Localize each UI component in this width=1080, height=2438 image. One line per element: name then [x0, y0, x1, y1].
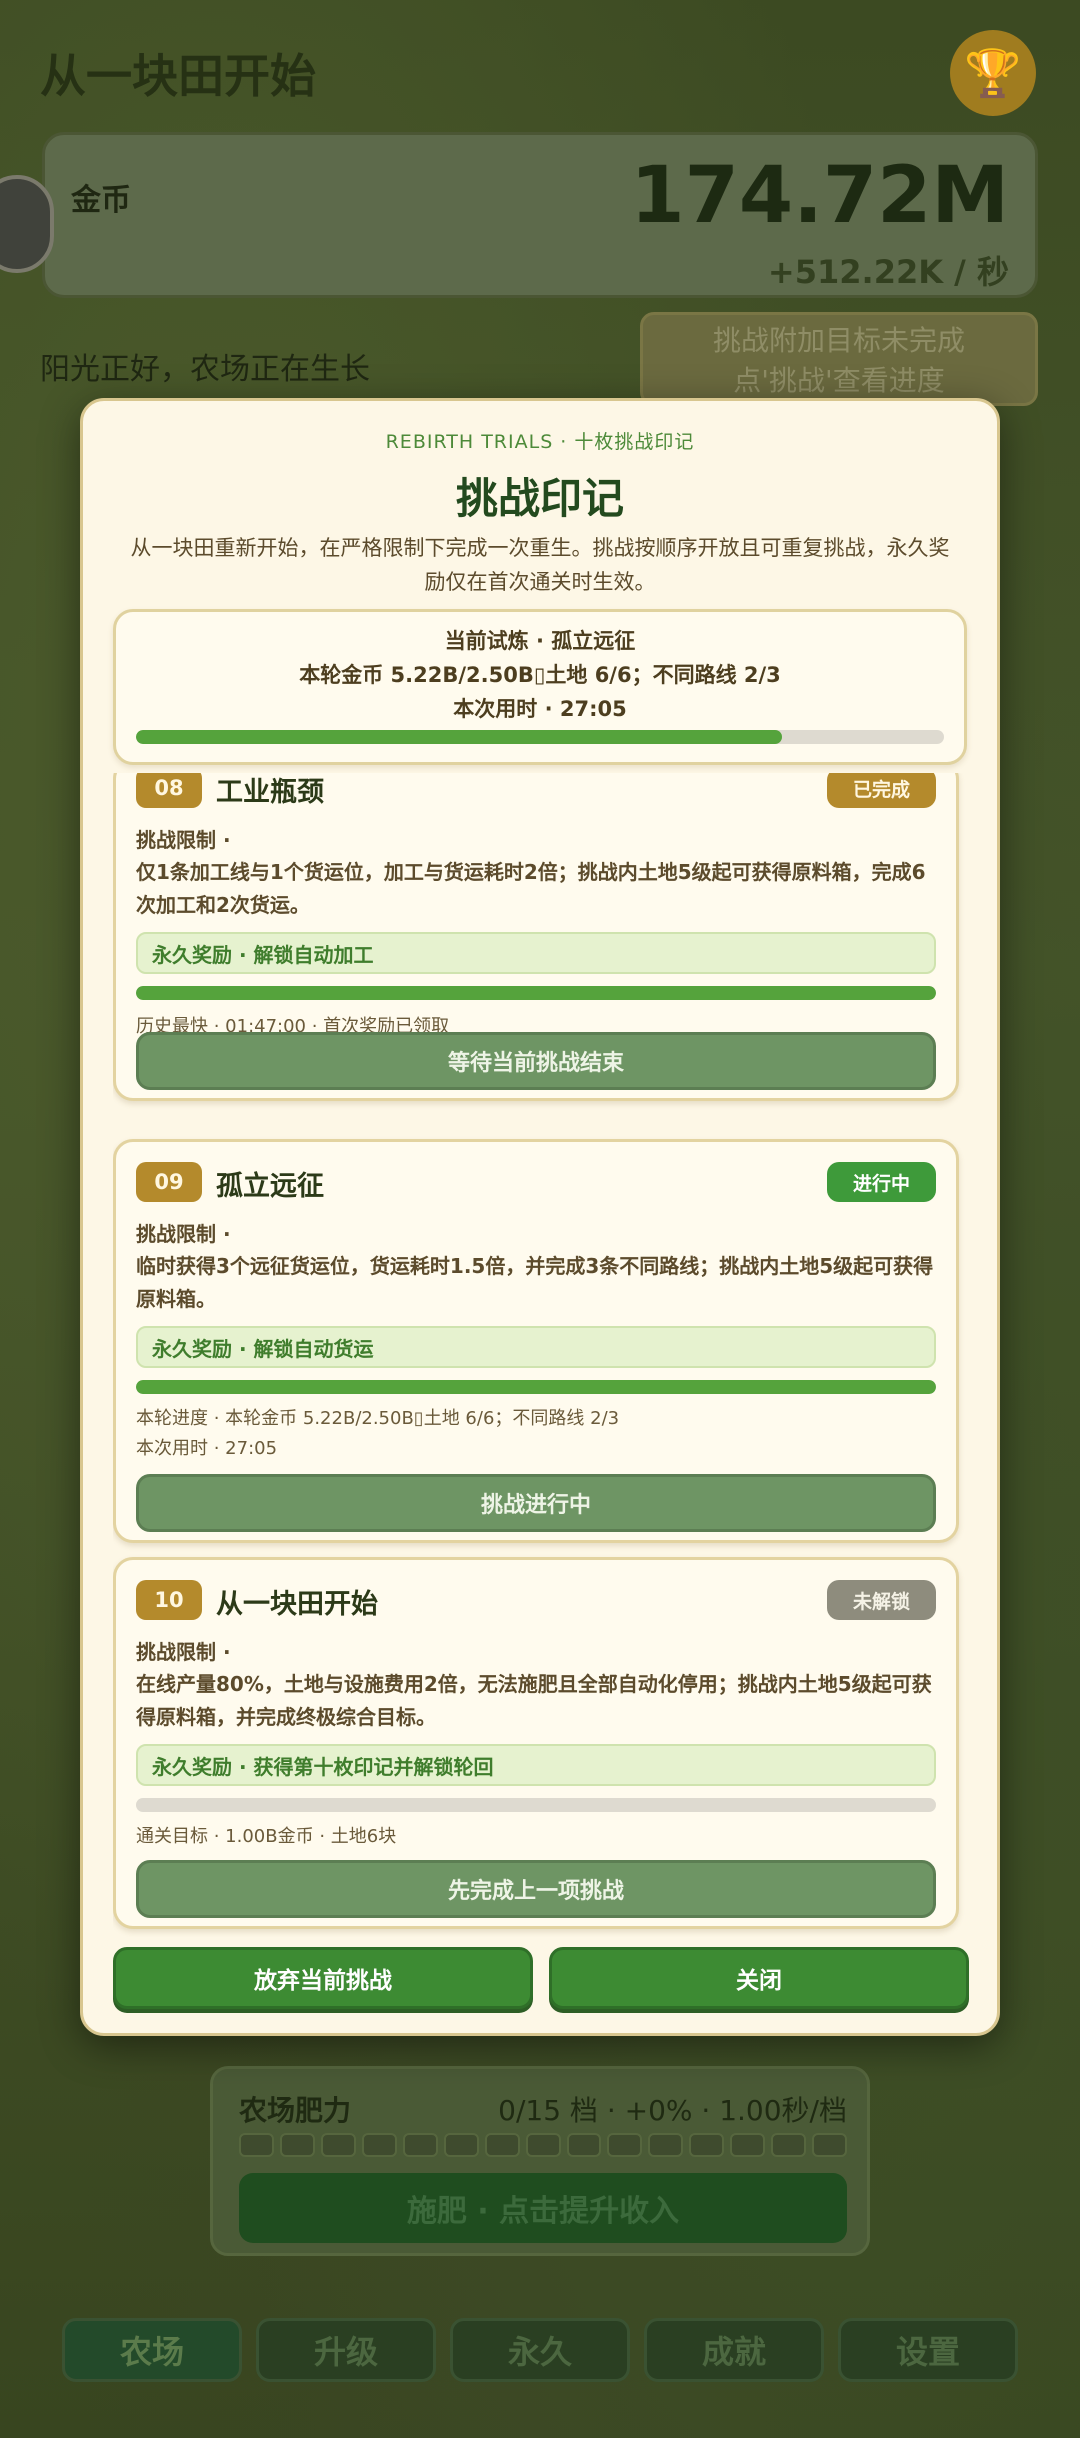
fertility-slot — [484, 2133, 520, 2157]
challenge-hint-button[interactable]: 挑战附加目标未完成 点'挑战'查看进度 — [640, 312, 1038, 406]
challenge-card-08: 08 工业瓶颈 已完成 挑战限制 · 仅1条加工线与1个货运位，加工与货运耗时2… — [113, 773, 959, 1101]
challenge-progress-bar — [136, 1798, 936, 1812]
limit-label: 挑战限制 · — [136, 1640, 231, 1664]
farm-status-text: 阳光正好，农场正在生长 — [40, 352, 370, 387]
reward-label: 永久奖励 · 解锁自动加工 — [136, 932, 936, 974]
reward-label: 永久奖励 · 获得第十枚印记并解锁轮回 — [136, 1744, 936, 1786]
modal-description: 从一块田重新开始，在严格限制下完成一次重生。挑战按顺序开放且可重复挑战，永久奖励… — [130, 536, 950, 594]
fertility-stats: 0/15 档 · +0% · 1.00秒/档 — [498, 2094, 847, 2127]
fertility-slot — [689, 2133, 725, 2157]
fertility-slot — [607, 2133, 643, 2157]
status-badge: 已完成 — [826, 773, 936, 808]
fertility-slot — [648, 2133, 684, 2157]
fertility-slots — [239, 2133, 848, 2157]
coins-rate: +512.22K / 秒 — [767, 253, 1009, 291]
coin-card: 金币 174.72M +512.22K / 秒 — [42, 132, 1038, 298]
limit-label: 挑战限制 · — [136, 1222, 231, 1246]
nav-tab-3[interactable]: 成就 — [644, 2318, 824, 2382]
trophy-icon[interactable]: 🏆 — [950, 30, 1036, 116]
limit-text: 在线产量80%，土地与设施费用2倍，无法施肥且全部自动化停用；挑战内土地5级起可… — [136, 1672, 932, 1729]
bottom-nav: 农场 升级 永久 成就 设置 — [62, 2318, 1018, 2382]
fertility-label: 农场肥力 — [239, 2094, 352, 2127]
fertility-slot — [402, 2133, 438, 2157]
limit-text: 临时获得3个远征货运位，货运耗时1.5倍，并完成3条不同路线；挑战内土地5级起可… — [136, 1254, 934, 1311]
nav-tab-4[interactable]: 设置 — [838, 2318, 1018, 2382]
reward-label: 永久奖励 · 解锁自动货运 — [136, 1326, 936, 1368]
app-title: 从一块田开始 — [40, 49, 316, 103]
nav-tab-1[interactable]: 升级 — [256, 2318, 436, 2382]
close-button[interactable]: 关闭 — [549, 1947, 969, 2009]
challenge-number: 08 — [136, 773, 202, 808]
challenge-title: 工业瓶颈 — [216, 777, 324, 808]
coins-value: 174.72M — [630, 151, 1009, 241]
challenge-in-progress-button[interactable]: 挑战进行中 — [136, 1474, 936, 1532]
current-trial-panel: 当前试炼 · 孤立远征 本轮金币 5.22B/2.50B▯土地 6/6；不同路线… — [113, 609, 967, 765]
fertility-slot — [566, 2133, 602, 2157]
fertility-slot — [320, 2133, 356, 2157]
challenge-time: 本次用时 · 27:05 — [136, 1438, 278, 1459]
fertility-slot — [361, 2133, 397, 2157]
fertility-slot — [812, 2133, 848, 2157]
challenge-meta: 通关目标 · 1.00B金币 · 土地6块 — [136, 1826, 397, 1847]
fertility-slot — [239, 2133, 274, 2157]
wait-current-challenge-button[interactable]: 等待当前挑战结束 — [136, 1032, 936, 1090]
fertility-panel: 农场肥力 0/15 档 · +0% · 1.00秒/档 施肥 · 点击提升收入 — [210, 2066, 870, 2256]
challenge-list[interactable]: 08 工业瓶颈 已完成 挑战限制 · 仅1条加工线与1个货运位，加工与货运耗时2… — [113, 773, 981, 1937]
abandon-challenge-button[interactable]: 放弃当前挑战 — [113, 1947, 533, 2009]
complete-previous-challenge-button[interactable]: 先完成上一项挑战 — [136, 1860, 936, 1918]
limit-text: 仅1条加工线与1个货运位，加工与货运耗时2倍；挑战内土地5级起可获得原料箱，完成… — [136, 860, 926, 917]
challenge-number: 10 — [136, 1580, 202, 1620]
challenge-progress-fill — [136, 1380, 936, 1394]
challenge-progress-fill — [136, 986, 936, 1000]
current-trial-progress-bar — [136, 730, 944, 744]
fertility-slot — [730, 2133, 766, 2157]
challenge-progress-bar — [136, 986, 936, 1000]
current-trial-name: 当前试炼 · 孤立远征 — [444, 629, 636, 653]
nav-tab-2[interactable]: 永久 — [450, 2318, 630, 2382]
modal-title: 挑战印记 — [455, 474, 624, 523]
modal-eyebrow: REBIRTH TRIALS · 十枚挑战印记 — [385, 431, 695, 453]
status-badge: 进行中 — [826, 1162, 936, 1202]
challenge-title: 孤立远征 — [216, 1171, 324, 1202]
challenge-card-10: 10 从一块田开始 未解锁 挑战限制 · 在线产量80%，土地与设施费用2倍，无… — [113, 1557, 959, 1929]
current-trial-time: 本次用时 · 27:05 — [453, 697, 627, 721]
challenge-hint-text: 挑战附加目标未完成 点'挑战'查看进度 — [712, 324, 965, 397]
fertility-slot — [279, 2133, 315, 2157]
current-trial-progress-fill — [136, 730, 783, 744]
fertility-slot — [771, 2133, 807, 2157]
status-badge: 未解锁 — [826, 1580, 936, 1620]
challenge-card-09: 09 孤立远征 进行中 挑战限制 · 临时获得3个远征货运位，货运耗时1.5倍，… — [113, 1139, 959, 1543]
mascot-avatar[interactable] — [0, 175, 54, 273]
nav-tab-0[interactable]: 农场 — [62, 2318, 242, 2382]
fertility-slot — [525, 2133, 561, 2157]
current-trial-progress-text: 本轮金币 5.22B/2.50B▯土地 6/6；不同路线 2/3 — [299, 663, 781, 687]
limit-label: 挑战限制 · — [136, 828, 231, 852]
challenge-modal: REBIRTH TRIALS · 十枚挑战印记 挑战印记 从一块田重新开始，在严… — [80, 398, 1000, 2036]
challenge-progress-bar — [136, 1380, 936, 1394]
fertilize-button[interactable]: 施肥 · 点击提升收入 — [239, 2173, 847, 2243]
challenge-title: 从一块田开始 — [216, 1589, 378, 1620]
fertility-slot — [443, 2133, 479, 2157]
coins-label: 金币 — [71, 183, 131, 218]
challenge-number: 09 — [136, 1162, 202, 1202]
challenge-meta: 本轮进度 · 本轮金币 5.22B/2.50B▯土地 6/6；不同路线 2/3 — [136, 1408, 620, 1429]
